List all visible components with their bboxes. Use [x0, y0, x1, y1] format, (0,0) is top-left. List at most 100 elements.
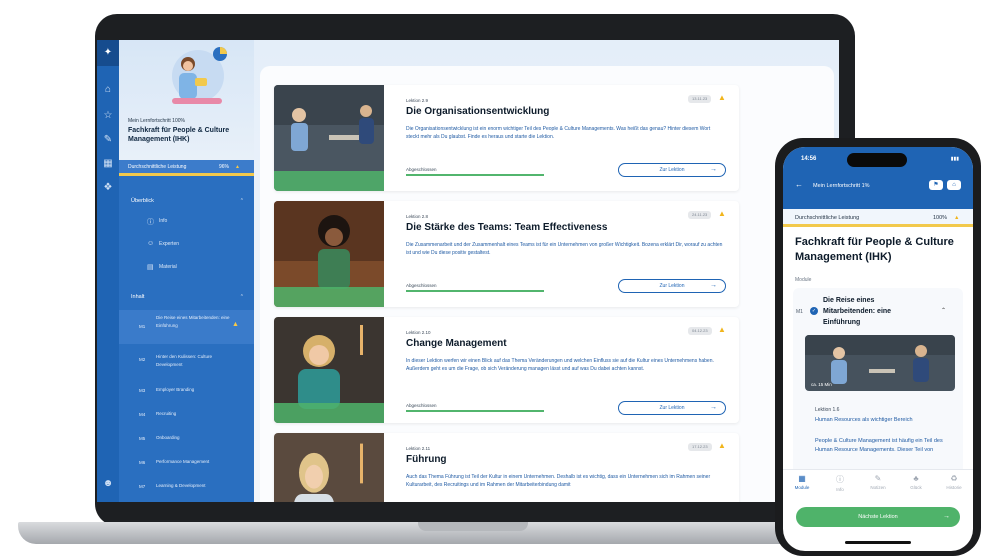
lesson-thumbnail[interactable]: ca. 15 Min — [805, 335, 955, 391]
arrow-right-icon: → — [710, 404, 717, 411]
laptop-screen: ✦ ⌂ ☆ ✎ ▦ ❖ ☻ Mein Lernfortschritt 100% … — [97, 40, 839, 502]
lesson-date-badge: 04.12.23 — [688, 327, 712, 335]
performance-label: Durchschnittliche Leistung — [128, 164, 187, 170]
module-item-m1[interactable]: M1 Die Reise eines Mitarbeitenden: eine … — [119, 310, 254, 344]
home-icon[interactable]: ⌂ — [97, 84, 119, 95]
overview-section-label[interactable]: Überblick — [131, 198, 154, 204]
lesson-card[interactable]: Lektion 2.11 Führung Auch das Thema Führ… — [274, 433, 739, 502]
icon-rail: ✦ ⌂ ☆ ✎ ▦ ❖ ☻ — [97, 40, 119, 502]
info-icon: ⓘ — [836, 475, 844, 484]
back-arrow-icon[interactable]: ← — [795, 180, 803, 189]
pen-icon[interactable]: ✎ — [97, 134, 119, 145]
next-lesson-button[interactable]: Nächste Lektion → — [796, 507, 960, 527]
lesson-description: In dieser Lektion werfen wir einen Blick… — [406, 358, 714, 372]
module-item-m3[interactable]: M3 Employer Branding — [119, 386, 254, 398]
user-icon[interactable]: ☻ — [97, 478, 119, 489]
material-icon: ▤ — [147, 264, 154, 271]
progress-label: Mein Lernfortschritt 1% — [813, 183, 870, 189]
lesson-number: Lektion 2.8 — [406, 214, 429, 219]
trophy-icon[interactable]: ❖ — [97, 182, 119, 193]
app-logo-icon[interactable]: ✦ — [97, 40, 119, 66]
lesson-title: Die Stärke des Teams: Team Effectiveness — [406, 222, 608, 233]
status-label: Abgeschlossen — [406, 403, 437, 408]
bookmark-icon[interactable]: ⚑ — [929, 180, 943, 190]
performance-value: 96% — [219, 164, 230, 170]
nav-item-info[interactable]: ⓘ Info — [821, 474, 859, 492]
check-icon: ✓ — [810, 307, 818, 315]
lesson-thumbnail — [274, 201, 384, 307]
lesson-date-badge: 13.11.23 — [688, 95, 712, 103]
lesson-number: Lektion 1.6 — [815, 407, 840, 413]
nav-item-notes[interactable]: ✎ Notizen — [859, 474, 897, 490]
clover-icon: ♣ — [913, 474, 919, 483]
module-item-m7[interactable]: M7 Learning & Development — [119, 482, 254, 494]
status-label: Abgeschlossen — [406, 283, 437, 288]
learner-illustration — [172, 47, 227, 104]
arrow-right-icon: → — [943, 513, 950, 520]
status-time: 14:56 — [801, 156, 817, 162]
chevron-up-icon[interactable]: ⌃ — [240, 198, 244, 204]
to-lesson-button[interactable]: Zur Lektion → — [618, 163, 726, 177]
lesson-title: Human Resources als wichtiger Bereich — [815, 417, 913, 423]
arrow-right-icon: → — [710, 282, 717, 289]
nav-item-glueck[interactable]: ♣ Glück — [897, 474, 935, 490]
progress-bar — [406, 174, 544, 176]
lesson-number: Lektion 2.11 — [406, 446, 431, 451]
module-item-m4[interactable]: M4 Recruiting — [119, 410, 254, 422]
phone-screen: 14:56 ▮▮▮ ← Mein Lernfortschritt 1% ⚑ ⌂ … — [783, 147, 973, 551]
performance-label: Durchschnittliche Leistung — [795, 215, 860, 221]
module-name: Die Reise eines Mitarbeitenden: eine Ein… — [823, 297, 892, 326]
home-icon[interactable]: ⌂ — [947, 180, 961, 190]
lesson-description: Die Zusammenarbeit und der Zusammenhalt … — [406, 242, 723, 256]
lesson-card[interactable]: Lektion 2.8 Die Stärke des Teams: Team E… — [274, 201, 739, 307]
performance-value: 100% — [933, 215, 948, 221]
progress-bar — [406, 290, 544, 292]
arrow-right-icon: → — [710, 166, 717, 173]
status-label: Abgeschlossen — [406, 167, 437, 172]
award-icon: ▲ — [718, 441, 726, 450]
lesson-title: Change Management — [406, 338, 507, 349]
lesson-card[interactable]: Lektion 2.9 Die Organisationsentwicklung… — [274, 85, 739, 191]
lesson-date-badge: 17.12.23 — [688, 443, 712, 451]
star-icon[interactable]: ☆ — [97, 110, 119, 121]
lesson-list: Lektion 2.9 Die Organisationsentwicklung… — [260, 66, 834, 502]
module-item-m5[interactable]: M5 Onboarding — [119, 434, 254, 446]
chevron-up-icon[interactable]: ⌃ — [240, 294, 244, 300]
award-icon: ▲ — [235, 164, 240, 170]
chevron-up-icon[interactable]: ⌃ — [941, 307, 946, 314]
battery-icon: ▮▮▮ — [950, 156, 959, 162]
to-lesson-button[interactable]: Zur Lektion → — [618, 279, 726, 293]
module-icon: ▦ — [798, 474, 806, 483]
course-sidebar: Mein Lernfortschritt 100% Fachkraft für … — [119, 40, 275, 502]
lesson-title: Die Organisationsentwicklung — [406, 106, 550, 117]
to-lesson-button[interactable]: Zur Lektion → — [618, 401, 726, 415]
award-icon: ▲ — [718, 93, 726, 102]
home-indicator — [845, 541, 911, 544]
library-icon[interactable]: ▦ — [97, 158, 119, 169]
nav-item-module[interactable]: ▦ Module — [783, 474, 821, 490]
performance-bar: Durchschnittliche Leistung 100% ▲ — [783, 209, 973, 227]
award-icon: ▲ — [718, 209, 726, 218]
module-section-label: Module — [795, 277, 812, 283]
course-title: Fachkraft für People & Culture Managemen… — [128, 127, 230, 143]
product-mockup: ✦ ⌂ ☆ ✎ ▦ ❖ ☻ Mein Lernfortschritt 100% … — [0, 0, 988, 556]
people-icon: ☺ — [147, 240, 155, 247]
lesson-thumbnail — [274, 317, 384, 423]
lesson-number: Lektion 2.9 — [406, 98, 429, 103]
nav-item-history[interactable]: ♻ Historie — [935, 474, 973, 490]
module-item-m2[interactable]: M2 Hinter den Kulissen: Culture Developm… — [119, 348, 254, 372]
award-icon: ▲ — [954, 215, 960, 221]
lesson-description: Die Organisationsentwicklung ist ein eno… — [406, 126, 711, 140]
dynamic-island — [847, 153, 907, 167]
module-item-m6[interactable]: M6 Performance Management — [119, 458, 254, 470]
course-title: Fachkraft für People & Culture Managemen… — [795, 236, 954, 263]
content-section-label[interactable]: Inhalt — [131, 294, 144, 300]
lesson-card[interactable]: Lektion 2.10 Change Management In dieser… — [274, 317, 739, 423]
lesson-number: Lektion 2.10 — [406, 330, 431, 335]
bottom-nav: ▦ Module ⓘ Info ✎ Notizen ♣ Glück ♻ Historie — [783, 469, 973, 501]
lesson-date-badge: 24.11.23 — [688, 211, 712, 219]
lesson-description: People & Culture Management ist häufig e… — [815, 438, 943, 453]
sidebar-hero: Mein Lernfortschritt 100% Fachkraft für … — [119, 40, 254, 160]
award-icon: ▲ — [232, 321, 239, 328]
module-number: M1 — [796, 309, 803, 315]
